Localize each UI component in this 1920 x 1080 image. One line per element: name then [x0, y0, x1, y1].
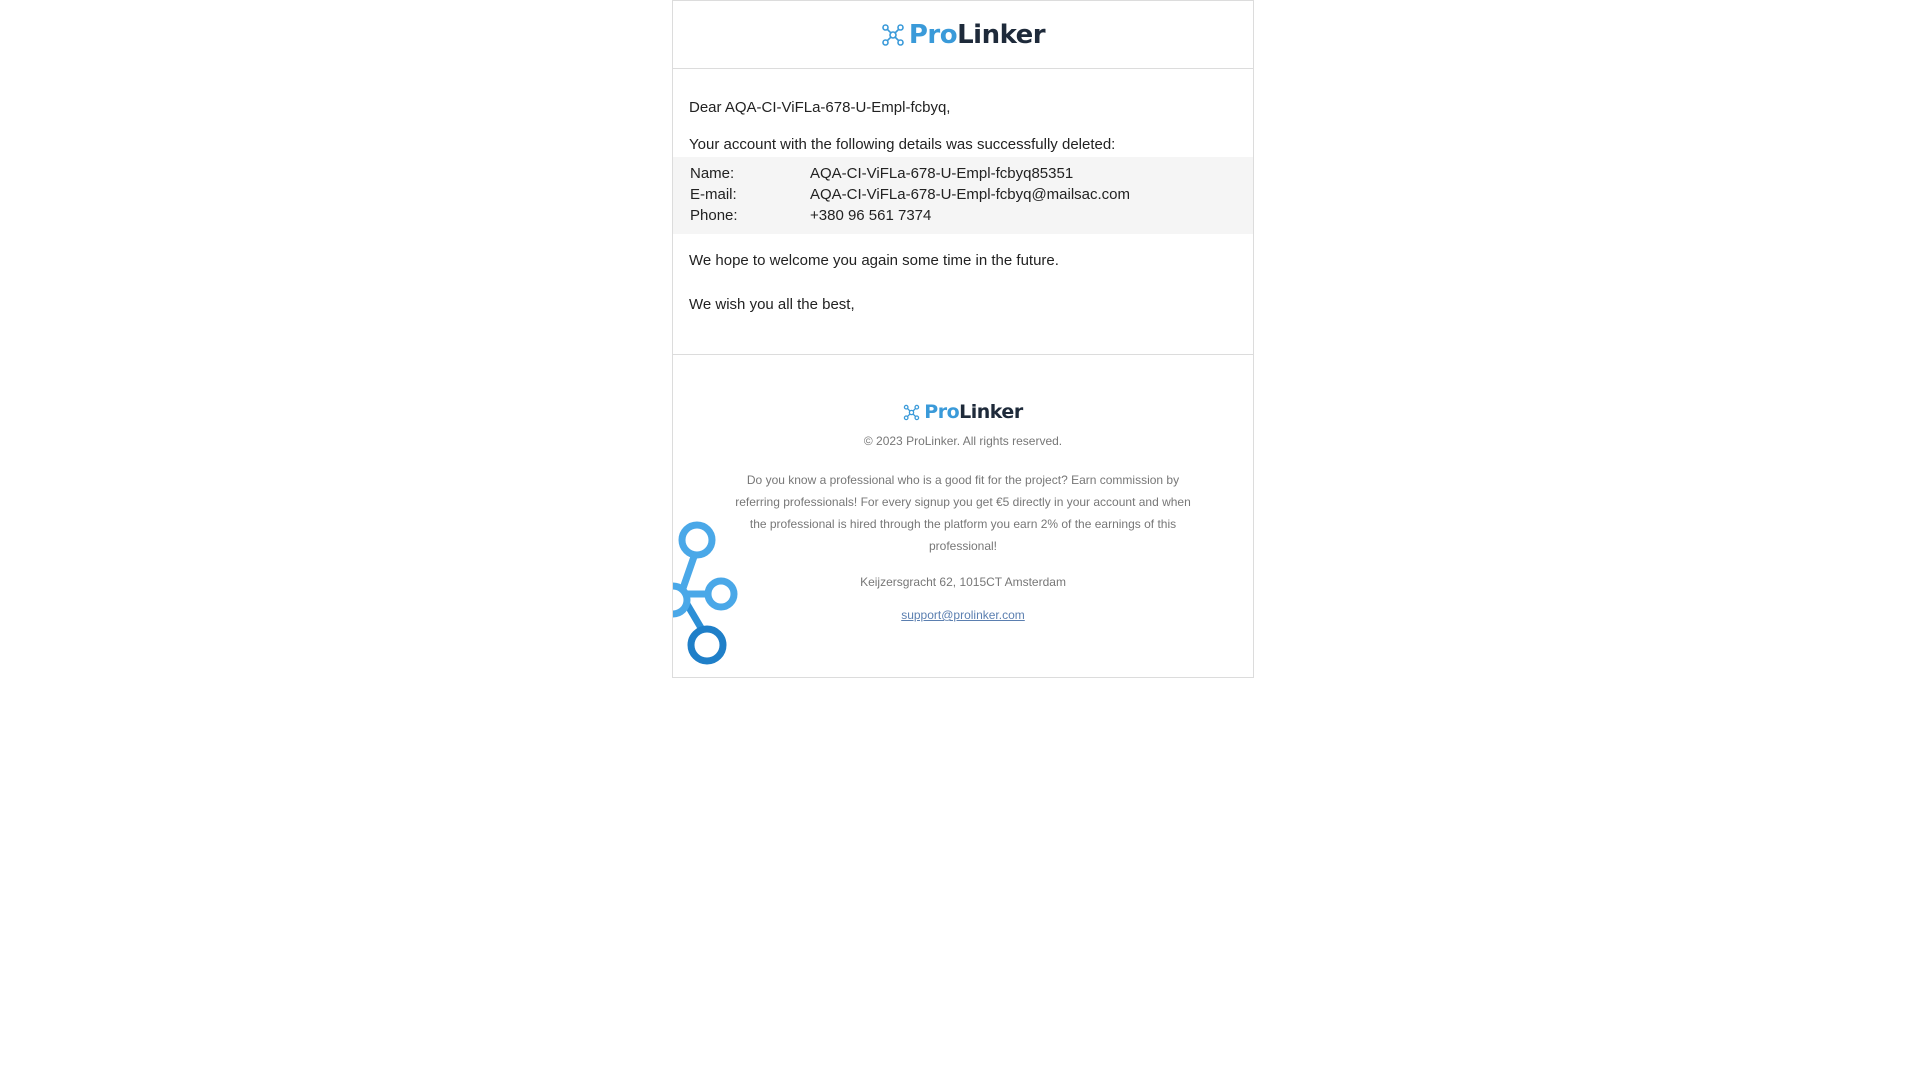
account-details: Name: AQA-CI-ViFLa-678-U-Empl-fcbyq85351… [673, 157, 1253, 234]
referral-pitch: Do you know a professional who is a good… [735, 473, 1191, 553]
logo-text-linker: Linker [957, 19, 1046, 50]
detail-label: Phone: [690, 207, 738, 224]
detail-row-name: Name: AQA-CI-ViFLa-678-U-Empl-fcbyq85351 [690, 163, 1236, 184]
detail-row-email: E-mail: AQA-CI-ViFLa-678-U-Empl-fcbyq@ma… [690, 184, 1236, 205]
logo-text-pro: Pro [924, 401, 960, 423]
email-header: ProLinker [673, 1, 1253, 69]
detail-row-phone: Phone: +380 96 561 7374 [690, 205, 1236, 226]
detail-value: +380 96 561 7374 [810, 207, 932, 224]
greeting: Dear AQA-CI-ViFLa-678-U-Empl-fcbyq, [689, 99, 951, 116]
email-footer: ProLinker © 2023 ProLinker. All rights r… [673, 355, 1253, 677]
copyright-text: © 2023 ProLinker. All rights reserved. [863, 434, 1063, 448]
email-container: ProLinker Dear AQA-CI-ViFLa-678-U-Empl-f… [672, 0, 1254, 678]
header-logo: ProLinker [881, 19, 1046, 50]
logo-text-pro: Pro [908, 19, 958, 50]
detail-value: AQA-CI-ViFLa-678-U-Empl-fcbyq85351 [810, 165, 1074, 182]
detail-value: AQA-CI-ViFLa-678-U-Empl-fcbyq@mailsac.co… [810, 186, 1131, 203]
company-address: Keijzersgracht 62, 1015CT Amsterdam [860, 575, 1066, 589]
closing-text: We hope to welcome you again some time i… [689, 252, 1059, 269]
header-logo-text: ProLinker [908, 19, 1046, 50]
footer-logo: ProLinker [673, 355, 1253, 423]
sign-off-text: We wish you all the best, [689, 296, 855, 313]
decorative-nodes-icon [673, 521, 738, 665]
detail-label: E-mail: [690, 186, 737, 203]
detail-label: Name: [690, 165, 735, 182]
prolinker-logo-icon [904, 404, 920, 420]
intro-text: Your account with the following details … [689, 136, 1116, 153]
prolinker-logo-icon [882, 23, 904, 46]
logo-text-linker: Linker [959, 401, 1023, 423]
footer-logo-text: ProLinker [924, 401, 1023, 423]
email-body: Dear AQA-CI-ViFLa-678-U-Empl-fcbyq, Your… [673, 69, 1253, 355]
support-email-link[interactable]: support@prolinker.com [901, 607, 1025, 623]
